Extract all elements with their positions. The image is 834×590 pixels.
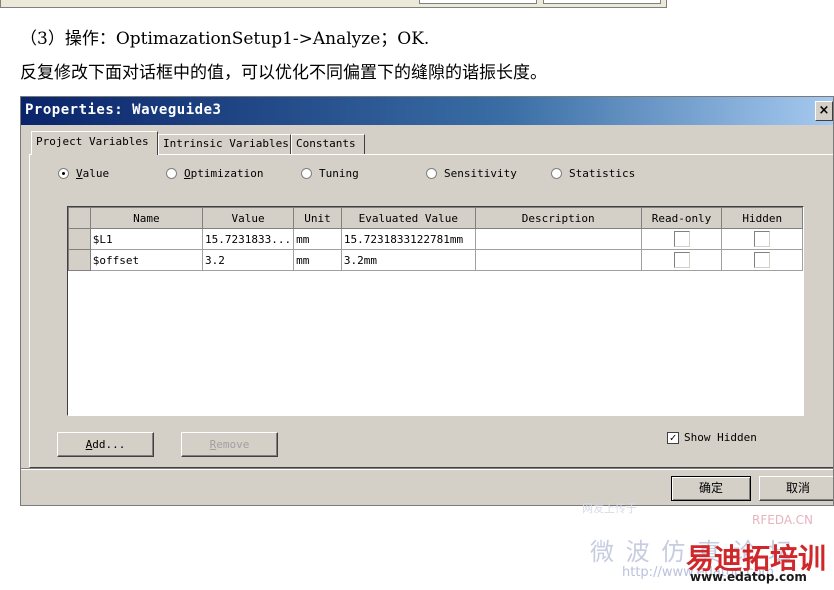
dialog-titlebar[interactable]: Properties: Waveguide3 × xyxy=(21,97,833,125)
doc-instruction-text: 反复修改下面对话框中的值，可以优化不同偏置下的缝隙的谐振长度。 xyxy=(20,63,547,83)
radio-label: Sensitivity xyxy=(444,167,517,180)
show-hidden-label: Show Hidden xyxy=(684,431,757,444)
variables-table: Name Value Unit Evaluated Value Descript… xyxy=(68,207,803,271)
radio-dot xyxy=(58,168,69,179)
radio-label: Statistics xyxy=(569,167,636,180)
remove-button[interactable]: Remove xyxy=(181,432,278,457)
watermark-brand-url: www.edatop.com xyxy=(690,570,807,584)
close-icon[interactable]: × xyxy=(815,101,833,121)
radio-statistics[interactable]: Statistics xyxy=(551,167,635,180)
column-header-unit[interactable]: Unit xyxy=(293,207,342,229)
show-hidden-checkbox[interactable]: ✓ Show Hidden xyxy=(667,431,757,444)
column-header-description[interactable]: Description xyxy=(474,207,642,229)
dialog-separator xyxy=(21,468,833,470)
cell-read-only xyxy=(640,249,723,271)
radio-dot xyxy=(166,168,177,179)
radio-sensitivity[interactable]: Sensitivity xyxy=(426,167,517,180)
radio-label: Value xyxy=(76,167,110,180)
hidden-checkbox[interactable] xyxy=(754,231,771,247)
row-selector[interactable] xyxy=(68,228,91,250)
tab-project-variables[interactable]: Project Variables xyxy=(31,131,158,155)
cell-hidden xyxy=(721,249,803,271)
column-header-read-only[interactable]: Read-only xyxy=(640,207,723,229)
ok-button[interactable]: 确定 xyxy=(671,476,751,501)
row-header-corner xyxy=(68,207,91,229)
previous-dialog-button-edge xyxy=(543,0,661,4)
cell-description[interactable] xyxy=(474,249,642,271)
cell-name[interactable]: $offset xyxy=(89,249,204,271)
watermark-rfeda: RFEDA.CN xyxy=(752,513,814,527)
column-header-value[interactable]: Value xyxy=(201,207,295,229)
watermark-weibo: 微 波 仿 真 论 坛 xyxy=(590,538,795,566)
row-selector[interactable] xyxy=(68,249,91,271)
cell-value[interactable]: 3.2 xyxy=(201,249,295,271)
cell-unit[interactable]: mm xyxy=(293,249,342,271)
watermark-url: http://www.edatop.com xyxy=(622,565,775,580)
radio-value[interactable]: Value xyxy=(58,167,109,180)
tab-intrinsic-variables[interactable]: Intrinsic Variables xyxy=(158,134,291,154)
table-header-row: Name Value Unit Evaluated Value Descript… xyxy=(68,207,803,229)
radio-dot xyxy=(426,168,437,179)
radio-label: Optimization xyxy=(184,167,264,180)
column-header-evaluated-value[interactable]: Evaluated Value xyxy=(340,207,476,229)
cell-name[interactable]: $L1 xyxy=(89,228,204,250)
previous-dialog-button-edge xyxy=(419,0,537,4)
cell-evaluated-value: 3.2mm xyxy=(340,249,476,271)
add-button[interactable]: Add... xyxy=(57,432,154,457)
cell-evaluated-value: 15.7231833122781mm xyxy=(340,228,476,250)
cell-hidden xyxy=(721,228,803,250)
watermark-brand: 易迪拓培训 xyxy=(686,542,827,575)
cell-read-only xyxy=(640,228,723,250)
properties-dialog: Properties: Waveguide3 × Project Variabl… xyxy=(20,96,834,506)
checkmark-icon: ✓ xyxy=(667,431,679,444)
table-row[interactable]: $L1 15.7231833... mm 15.7231833122781mm xyxy=(68,228,803,250)
tab-constants[interactable]: Constants xyxy=(291,134,365,154)
hidden-checkbox[interactable] xyxy=(754,252,771,268)
cell-value[interactable]: 15.7231833... xyxy=(201,228,295,250)
column-header-hidden[interactable]: Hidden xyxy=(721,207,803,229)
doc-step-text: （3）操作：OptimazationSetup1->Analyze；OK. xyxy=(20,29,430,49)
radio-dot xyxy=(301,168,312,179)
cell-unit[interactable]: mm xyxy=(293,228,342,250)
radio-optimization[interactable]: Optimization xyxy=(166,167,263,180)
radio-dot xyxy=(551,168,562,179)
variables-grid[interactable]: Name Value Unit Evaluated Value Descript… xyxy=(67,206,804,416)
cell-description[interactable] xyxy=(474,228,642,250)
previous-dialog-edge xyxy=(0,0,667,8)
cancel-button[interactable]: 取消 xyxy=(759,476,833,501)
radio-label: Tuning xyxy=(319,167,359,180)
radio-tuning[interactable]: Tuning xyxy=(301,167,359,180)
dialog-title: Properties: Waveguide3 xyxy=(25,102,222,118)
column-header-name[interactable]: Name xyxy=(89,207,204,229)
table-row[interactable]: $offset 3.2 mm 3.2mm xyxy=(68,249,803,271)
read-only-checkbox[interactable] xyxy=(673,252,690,268)
read-only-checkbox[interactable] xyxy=(673,231,690,247)
